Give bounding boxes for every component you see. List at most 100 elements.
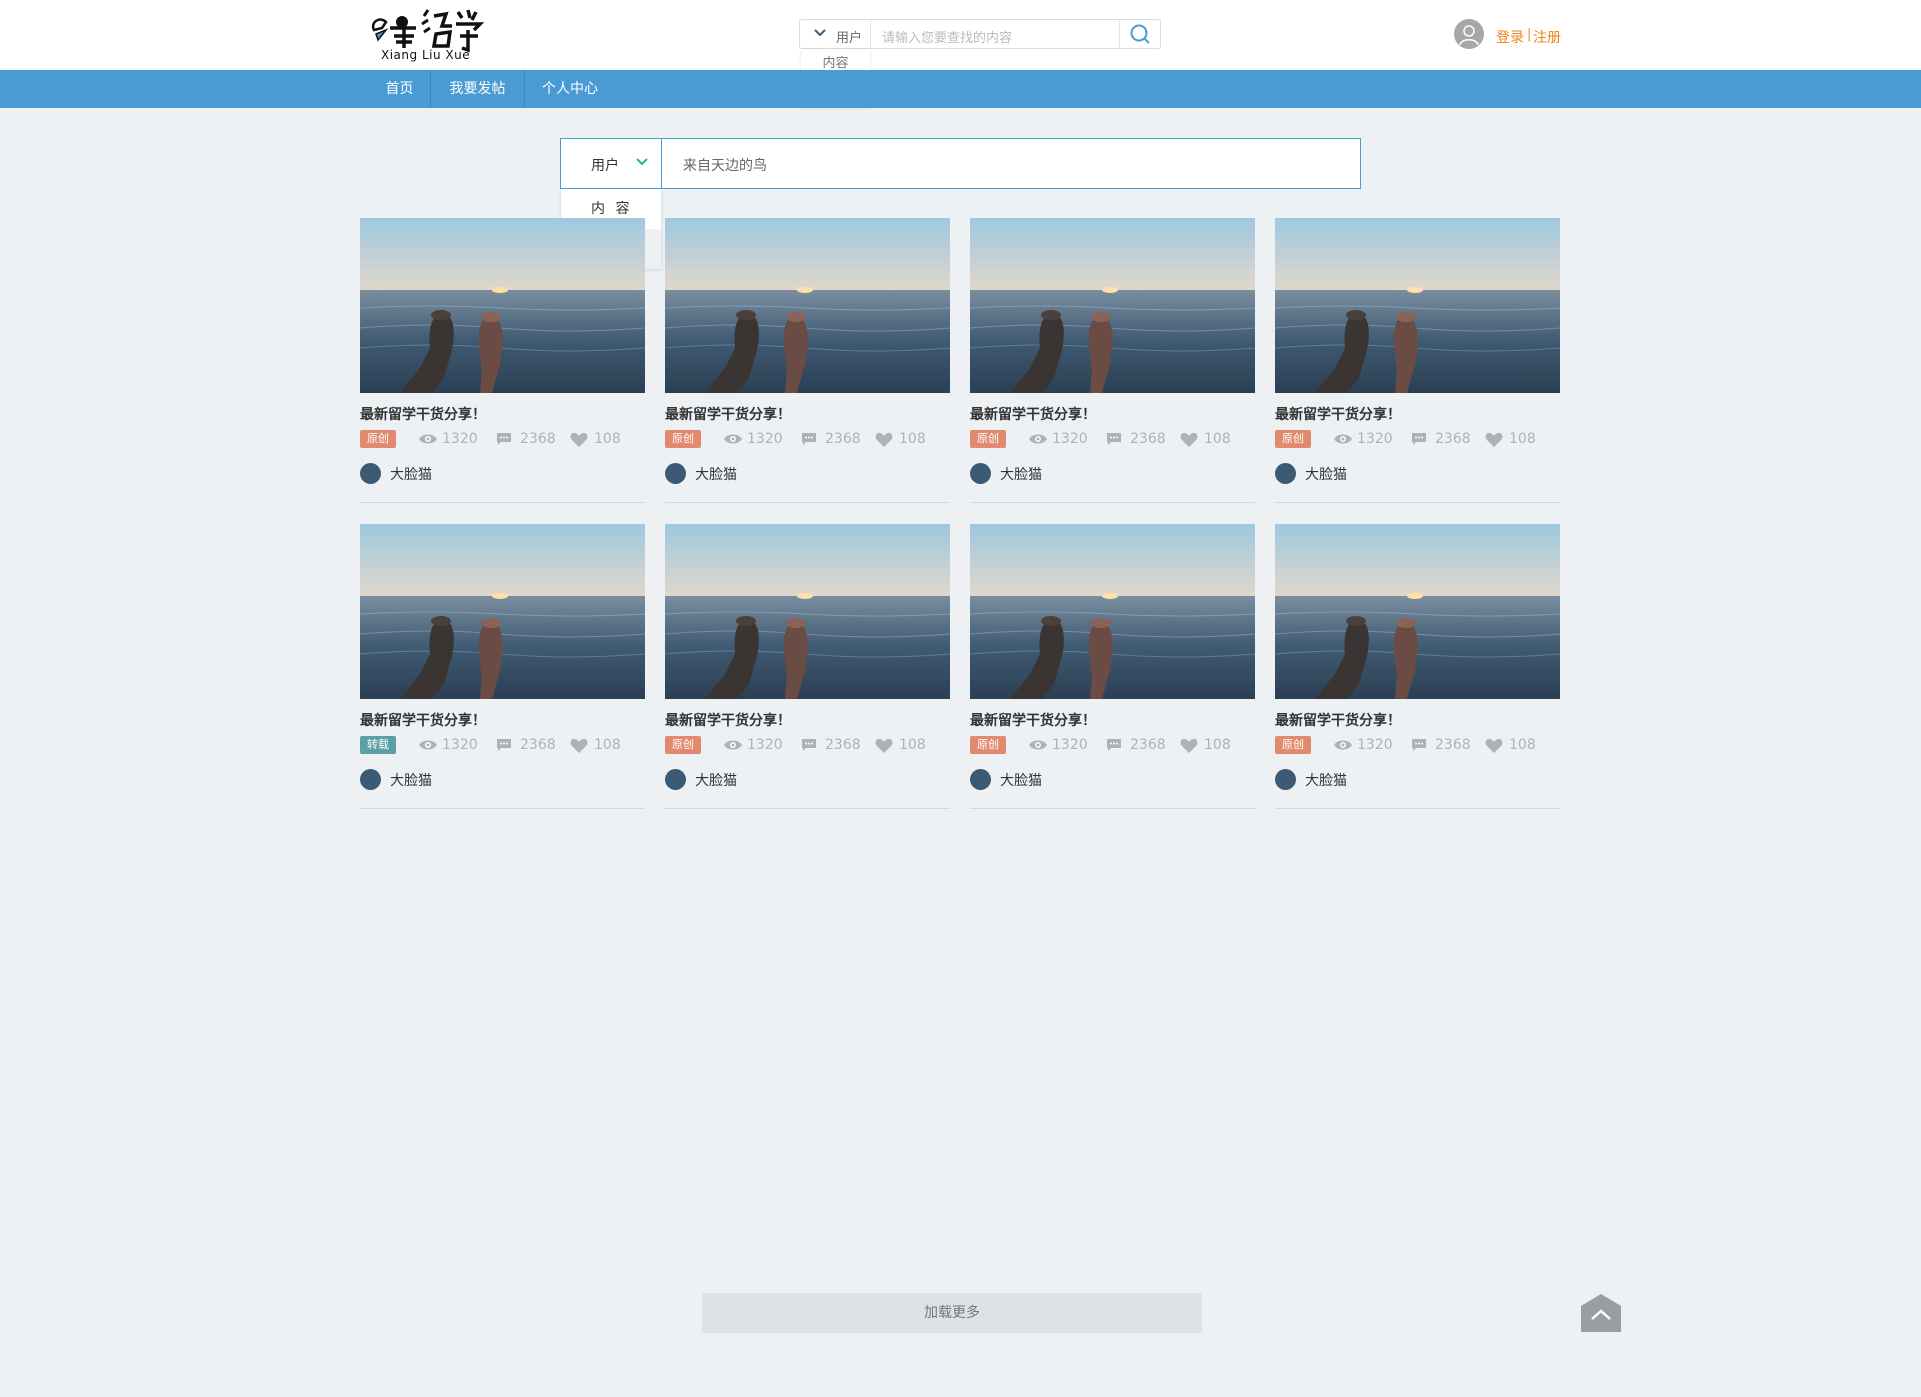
post-title[interactable]: 最新留学干货分享！	[360, 404, 486, 424]
eye-icon	[724, 740, 742, 750]
author-avatar[interactable]	[970, 463, 991, 484]
card-divider	[665, 808, 950, 809]
eye-icon	[1029, 740, 1047, 750]
header-search-button[interactable]	[1119, 20, 1160, 48]
post-title[interactable]: 最新留学干货分享！	[665, 710, 791, 730]
header-search-input[interactable]: 请输入您要查找的内容	[882, 27, 1012, 46]
author-avatar[interactable]	[1275, 463, 1296, 484]
author-name[interactable]: 大脸猫	[1000, 464, 1042, 484]
search-icon	[1130, 24, 1150, 44]
post-title[interactable]: 最新留学干货分享！	[665, 404, 791, 424]
likes-count: 108	[899, 737, 926, 753]
views-count: 1320	[1357, 431, 1393, 447]
post-card[interactable]: 最新留学干货分享！ 原创 1320 2368 108 大脸猫	[970, 218, 1255, 503]
card-divider	[360, 808, 645, 809]
post-type-badge: 原创	[970, 736, 1006, 754]
card-divider	[970, 808, 1255, 809]
post-card[interactable]: 最新留学干货分享！ 转载 1320 2368 108 大脸猫	[360, 524, 645, 809]
likes-count: 108	[1204, 737, 1231, 753]
header-search-type-label: 用户	[836, 31, 863, 46]
back-to-top-button[interactable]	[1581, 1294, 1621, 1332]
views-count: 1320	[1052, 737, 1088, 753]
card-divider	[1275, 808, 1560, 809]
post-card[interactable]: 最新留学干货分享！ 原创 1320 2368 108 大脸猫	[665, 524, 950, 809]
header-search-type-select[interactable]: 用户	[800, 20, 871, 48]
author-avatar[interactable]	[360, 463, 381, 484]
author-name[interactable]: 大脸猫	[695, 770, 737, 790]
post-thumbnail[interactable]	[360, 524, 645, 699]
author-avatar[interactable]	[970, 769, 991, 790]
eye-icon	[724, 434, 742, 444]
post-card[interactable]: 最新留学干货分享！ 原创 1320 2368 108 大脸猫	[970, 524, 1255, 809]
author-avatar[interactable]	[1275, 769, 1296, 790]
comment-icon	[802, 433, 816, 445]
author-name[interactable]: 大脸猫	[1000, 770, 1042, 790]
post-card[interactable]: 最新留学干货分享！ 原创 1320 2368 108 大脸猫	[1275, 218, 1560, 503]
eye-icon	[1029, 434, 1047, 444]
author-name[interactable]: 大脸猫	[390, 464, 432, 484]
eye-icon	[1334, 434, 1352, 444]
post-thumbnail[interactable]	[1275, 524, 1560, 699]
views-count: 1320	[442, 431, 478, 447]
post-type-badge: 原创	[970, 430, 1006, 448]
post-thumbnail[interactable]	[665, 524, 950, 699]
comments-count: 2368	[1435, 431, 1471, 447]
post-title[interactable]: 最新留学干货分享！	[360, 710, 486, 730]
login-link[interactable]: 登录	[1496, 27, 1524, 47]
author-name[interactable]: 大脸猫	[695, 464, 737, 484]
heart-icon	[1485, 432, 1503, 447]
chevron-down-icon	[814, 29, 826, 37]
main-nav: 首页 我要发帖 个人中心	[0, 70, 1921, 108]
post-thumbnail[interactable]	[665, 218, 950, 393]
post-title[interactable]: 最新留学干货分享！	[970, 404, 1096, 424]
likes-count: 108	[594, 431, 621, 447]
nav-item-home[interactable]: 首页	[368, 70, 431, 108]
comments-count: 2368	[1130, 737, 1166, 753]
post-card[interactable]: 最新留学干货分享！ 原创 1320 2368 108 大脸猫	[360, 218, 645, 503]
comments-count: 2368	[520, 737, 556, 753]
views-count: 1320	[1357, 737, 1393, 753]
post-thumbnail[interactable]	[360, 218, 645, 393]
eye-icon	[1334, 740, 1352, 750]
comment-icon	[802, 739, 816, 751]
card-divider	[970, 502, 1255, 503]
author-avatar[interactable]	[360, 769, 381, 790]
author-avatar[interactable]	[665, 769, 686, 790]
likes-count: 108	[1204, 431, 1231, 447]
post-card[interactable]: 最新留学干货分享！ 原创 1320 2368 108 大脸猫	[665, 218, 950, 503]
post-thumbnail[interactable]	[970, 524, 1255, 699]
post-type-badge: 原创	[665, 430, 701, 448]
views-count: 1320	[747, 737, 783, 753]
comments-count: 2368	[825, 737, 861, 753]
register-link[interactable]: 注册	[1533, 27, 1561, 47]
post-title[interactable]: 最新留学干货分享！	[970, 710, 1096, 730]
heart-icon	[875, 432, 893, 447]
author-name[interactable]: 大脸猫	[1305, 770, 1347, 790]
heart-icon	[875, 738, 893, 753]
post-card[interactable]: 最新留学干货分享！ 原创 1320 2368 108 大脸猫	[1275, 524, 1560, 809]
comments-count: 2368	[1130, 431, 1166, 447]
views-count: 1320	[1052, 431, 1088, 447]
main-search-input[interactable]: 来自天边的鸟	[683, 155, 767, 175]
post-thumbnail[interactable]	[970, 218, 1255, 393]
nav-item-new-post[interactable]: 我要发帖	[431, 70, 524, 108]
views-count: 1320	[747, 431, 783, 447]
main-search-type-select[interactable]: 用户	[561, 139, 662, 188]
user-avatar-icon[interactable]	[1454, 19, 1484, 49]
nav-item-profile[interactable]: 个人中心	[525, 70, 615, 108]
comments-count: 2368	[825, 431, 861, 447]
comment-icon	[1412, 433, 1426, 445]
heart-icon	[570, 432, 588, 447]
card-divider	[1275, 502, 1560, 503]
author-name[interactable]: 大脸猫	[1305, 464, 1347, 484]
heart-icon	[570, 738, 588, 753]
header-search: 用户 请输入您要查找的内容	[799, 19, 1161, 49]
author-name[interactable]: 大脸猫	[390, 770, 432, 790]
load-more-button[interactable]: 加载更多	[702, 1293, 1202, 1333]
author-avatar[interactable]	[665, 463, 686, 484]
post-title[interactable]: 最新留学干货分享！	[1275, 404, 1401, 424]
logo-subtitle: Xiang Liu Xue	[381, 48, 471, 62]
likes-count: 108	[1509, 431, 1536, 447]
post-title[interactable]: 最新留学干货分享！	[1275, 710, 1401, 730]
post-thumbnail[interactable]	[1275, 218, 1560, 393]
